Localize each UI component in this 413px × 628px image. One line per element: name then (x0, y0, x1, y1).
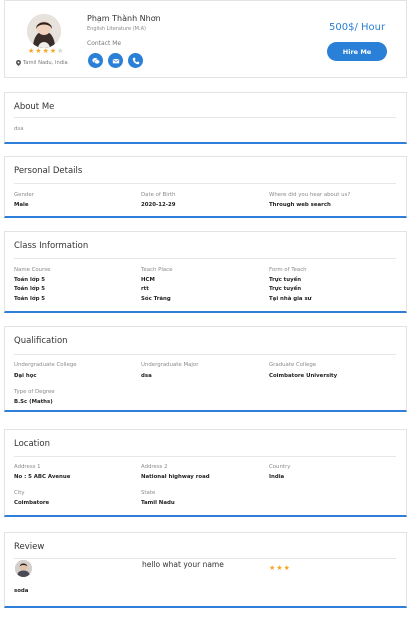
class-row-form: Trực tuyến (269, 277, 302, 283)
address2-value: National highway road (141, 474, 210, 480)
city-label: City (14, 490, 25, 496)
class-row-place: rtt (141, 286, 149, 292)
tutor-location-text: Tamil Nadu, India (23, 60, 68, 66)
personal-details-card: Personal Details Gender Male Date of Bir… (4, 156, 407, 218)
about-me-text: dsa (14, 126, 24, 132)
degree-type-value: B.Sc (Maths) (14, 399, 53, 405)
ug-college-label: Undergraduate College (14, 362, 77, 368)
star-icon: ★ (276, 564, 283, 572)
gender-label: Gender (14, 192, 34, 198)
divider (14, 258, 396, 259)
country-label: Country (269, 464, 291, 470)
phone-icon (132, 57, 139, 64)
grad-college-value: Coimbatore University (269, 373, 338, 379)
star-icon: ★ (283, 564, 290, 572)
tutor-avatar (27, 14, 61, 48)
chat-button[interactable] (88, 53, 103, 68)
location-card: Location Address 1 No : 5 ABC Avenue Add… (4, 429, 407, 517)
reviewer-name: soda (14, 588, 29, 594)
mail-icon (112, 58, 119, 63)
review-title: Review (14, 542, 45, 552)
star-icon: ★ (42, 47, 49, 55)
tutor-name: Phạm Thành Nhơn (87, 14, 161, 23)
gender-value: Male (14, 202, 29, 208)
class-row-place: HCM (141, 277, 155, 283)
address1-label: Address 1 (14, 464, 41, 470)
hourly-price: 500$/ Hour (329, 22, 386, 33)
chat-icon (91, 57, 100, 64)
class-information-card: Class Information Name Course Teach Plac… (4, 231, 407, 313)
tutor-subject: English Literature (M.A) (87, 26, 146, 32)
qualification-title: Qualification (14, 336, 68, 346)
divider (14, 558, 396, 559)
star-icon: ★ (57, 47, 64, 55)
dob-label: Date of Birth (141, 192, 176, 198)
about-me-title: About Me (14, 102, 55, 112)
profile-card: ★ ★ ★ ★ ★ Tamil Nadu, India Phạm Thành Nhơn … (4, 0, 407, 78)
heard-about-value: Through web search (269, 202, 331, 208)
hire-me-button[interactable]: Hire Me (327, 42, 387, 61)
star-icon: ★ (28, 47, 35, 55)
address1-value: No : 5 ABC Avenue (14, 474, 71, 480)
state-value: Tamil Nadu (141, 500, 175, 506)
ug-college-value: Đại học (14, 373, 37, 379)
reviewer-avatar (15, 560, 32, 577)
tutor-rating-stars: ★ ★ ★ ★ ★ (28, 48, 63, 55)
country-value: India (269, 474, 285, 480)
star-icon: ★ (49, 47, 57, 55)
ug-major-value: dsa (141, 373, 152, 379)
phone-button[interactable] (128, 53, 143, 68)
email-button[interactable] (108, 53, 123, 68)
divider (14, 456, 396, 457)
star-icon: ★ (269, 564, 276, 572)
heard-about-label: Where did you hear about us? (269, 192, 351, 198)
class-header-place: Teach Place (141, 267, 173, 273)
location-title: Location (14, 439, 50, 449)
class-row-form: Trực tuyến (269, 286, 302, 292)
divider (14, 354, 396, 355)
class-information-title: Class Information (14, 241, 89, 251)
grad-college-label: Graduate College (269, 362, 317, 368)
dob-value: 2020-12-29 (141, 202, 176, 208)
divider (14, 117, 396, 118)
review-card: Review soda hello what your name ★ ★ ★ (4, 532, 407, 608)
star-icon: ★ (35, 47, 42, 55)
state-label: State (141, 490, 156, 496)
class-row-course: Toán lớp 5 (14, 296, 46, 302)
class-row-form: Tại nhà gia sư (269, 296, 312, 302)
class-header-form: Form of Teach (269, 267, 307, 273)
city-value: Coimbatore (14, 500, 50, 506)
class-row-course: Toán lớp 5 (14, 277, 46, 283)
about-me-card: About Me dsa (4, 92, 407, 144)
class-header-course: Name Course (14, 267, 51, 273)
ug-major-label: Undergraduate Major (141, 362, 199, 368)
review-text: hello what your name (142, 560, 224, 569)
personal-details-title: Personal Details (14, 166, 83, 176)
address2-label: Address 2 (141, 464, 168, 470)
class-row-place: Sóc Trăng (141, 296, 171, 302)
map-pin-icon (16, 60, 21, 66)
tutor-location: Tamil Nadu, India (16, 60, 68, 66)
review-rating-stars: ★ ★ ★ (269, 565, 290, 572)
class-row-course: Toán lớp 5 (14, 286, 46, 292)
contact-me-label: Contact Me (87, 40, 122, 47)
qualification-card: Qualification Undergraduate College Đại … (4, 326, 407, 412)
degree-type-label: Type of Degree (14, 389, 55, 395)
divider (14, 183, 396, 184)
